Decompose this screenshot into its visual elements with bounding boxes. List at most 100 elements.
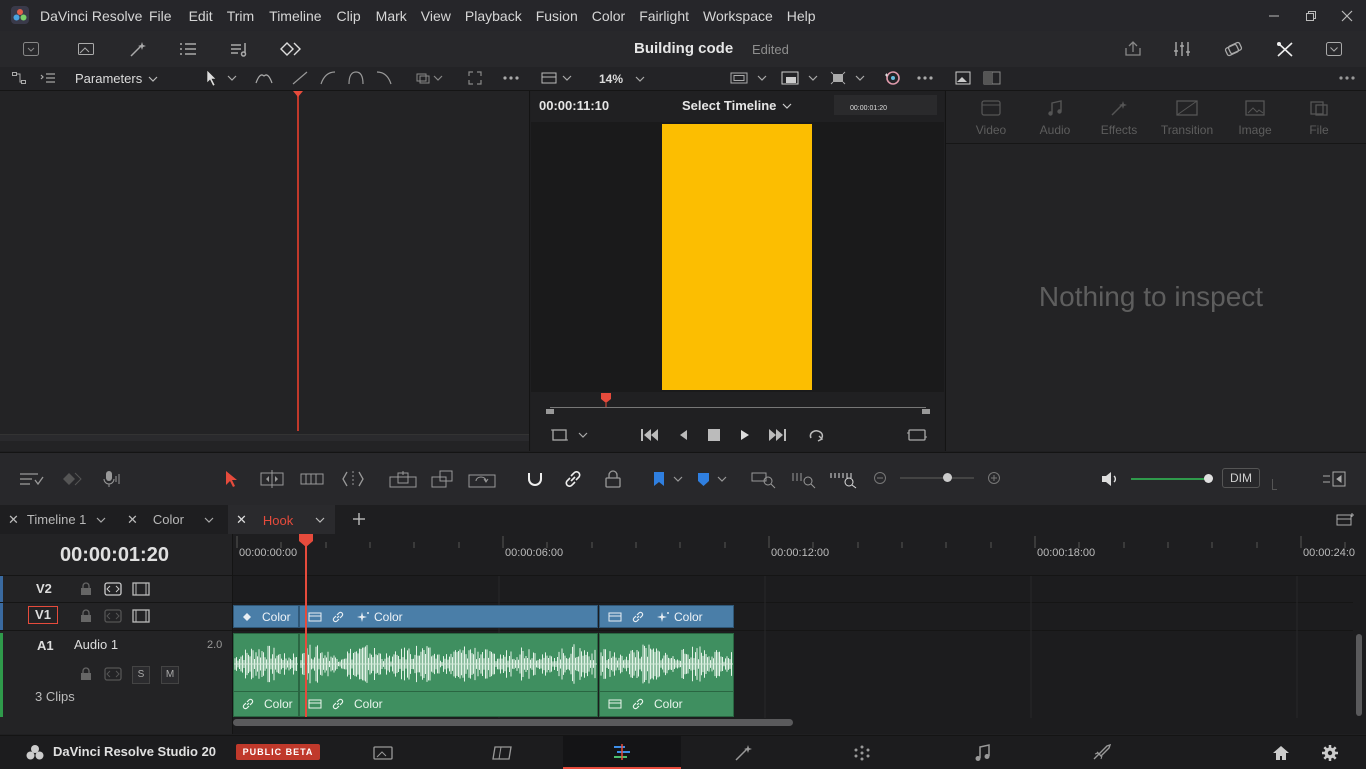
video-frame[interactable] [662, 124, 812, 390]
lock-icon[interactable] [80, 667, 92, 681]
zoom-custom-icon[interactable] [829, 469, 859, 489]
home-icon[interactable] [1271, 744, 1291, 762]
settings-gear-icon[interactable] [1321, 744, 1339, 762]
menu-fusion[interactable]: Fusion [536, 8, 578, 24]
inspector-tab-video[interactable]: Video [968, 99, 1014, 137]
timeline-timecode[interactable]: 00:00:01:20 [60, 544, 169, 567]
transform-tool-icon[interactable] [829, 70, 869, 86]
keyframe-curves-panel[interactable] [0, 91, 530, 451]
effects-library-icon[interactable] [1223, 40, 1243, 58]
loop-icon[interactable] [806, 426, 828, 444]
snapping-icon[interactable] [524, 469, 546, 489]
volume-slider-handle[interactable] [1204, 474, 1213, 483]
cut-page-icon[interactable] [491, 744, 515, 762]
timeline-tab[interactable]: ✕ Timeline 1 [0, 505, 116, 534]
viewer-quality-icon[interactable] [780, 70, 820, 86]
menu-edit[interactable]: Edit [189, 8, 213, 24]
viewer-timecode[interactable]: 00:00:11:10 [539, 98, 609, 113]
timeline-view-options-icon[interactable] [18, 470, 46, 488]
viewer-layout-icon[interactable] [540, 70, 574, 86]
play-icon[interactable] [738, 426, 752, 444]
stop-icon[interactable] [706, 427, 722, 443]
media-pool-toggle-icon[interactable] [22, 40, 40, 58]
menu-workspace[interactable]: Workspace [703, 8, 773, 24]
parameters-dropdown[interactable]: Parameters [75, 70, 158, 87]
video-clip[interactable]: Color [299, 605, 598, 628]
inspector-tab-file[interactable]: File [1298, 99, 1340, 137]
inspector-more-icon[interactable] [1337, 70, 1357, 86]
flag-icon[interactable] [650, 469, 684, 489]
inspector-tab-audio[interactable]: Audio [1032, 99, 1078, 137]
mixer-icon[interactable] [1172, 40, 1192, 58]
menu-trim[interactable]: Trim [227, 8, 254, 24]
menu-color[interactable]: Color [592, 8, 625, 24]
menu-playback[interactable]: Playback [465, 8, 522, 24]
more-options-icon[interactable] [501, 70, 521, 86]
ease-out-curve-icon[interactable] [375, 70, 393, 86]
crop-icon[interactable] [550, 427, 590, 443]
track-v2-label[interactable]: V2 [36, 581, 52, 596]
track-v1-header[interactable]: V1 [0, 603, 232, 631]
edit-page-tab[interactable] [563, 736, 681, 769]
split-view-icon[interactable] [982, 70, 1002, 86]
timeline-tab-active[interactable]: ✕ Hook [228, 505, 335, 535]
chevron-down-icon[interactable] [204, 517, 214, 523]
scrubber-out-marker[interactable] [922, 409, 930, 414]
safe-area-icon[interactable] [729, 70, 769, 86]
track-v2-header[interactable]: V2 [0, 576, 232, 603]
color-page-icon[interactable] [851, 744, 873, 762]
menu-mark[interactable]: Mark [376, 8, 407, 24]
auto-select-icon[interactable] [104, 582, 122, 596]
video-clip[interactable]: Color [233, 605, 299, 628]
color-wheel-icon[interactable] [882, 69, 902, 87]
blade-tool-icon[interactable] [339, 469, 367, 489]
viewer-scrubber[interactable] [546, 393, 930, 415]
viewer-more-icon[interactable] [915, 70, 935, 86]
auto-select-icon[interactable] [104, 667, 122, 681]
timeline-tab[interactable]: ✕ Color [119, 505, 225, 534]
expand-panel-icon[interactable] [1325, 40, 1343, 58]
close-window-icon[interactable] [1339, 8, 1355, 24]
menu-view[interactable]: View [421, 8, 451, 24]
disable-track-icon[interactable] [132, 609, 150, 623]
position-lock-icon[interactable] [602, 469, 624, 489]
voiceover-mic-icon[interactable] [100, 470, 122, 488]
menu-file[interactable]: File [149, 8, 172, 24]
timeline-playhead-handle[interactable] [299, 534, 313, 548]
audio-clip[interactable]: Color [233, 633, 299, 717]
curves-scrollbar[interactable] [0, 434, 529, 441]
dynamic-trim-icon[interactable] [299, 469, 325, 489]
linked-selection-icon[interactable] [562, 469, 584, 489]
auto-select-icon[interactable] [104, 609, 122, 623]
overwrite-clip-icon[interactable] [430, 469, 456, 489]
restore-icon[interactable] [1303, 8, 1319, 24]
keyframe-toggle-icon[interactable] [60, 470, 84, 488]
timeline-layout-icon[interactable] [1335, 511, 1355, 527]
scrubber-playhead[interactable] [601, 393, 612, 407]
scrubber-in-marker[interactable] [546, 409, 554, 414]
audio-clip[interactable]: Color [599, 633, 734, 717]
curves-playhead-marker[interactable] [293, 91, 303, 97]
zoom-options-icon[interactable] [414, 70, 444, 86]
go-to-start-icon[interactable] [639, 426, 661, 444]
close-tab-icon[interactable]: ✕ [236, 512, 247, 528]
menu-timeline[interactable]: Timeline [269, 8, 321, 24]
selection-tool-icon[interactable] [222, 469, 240, 489]
audio-clip[interactable]: Color [299, 633, 598, 717]
track-a1-label[interactable]: A1 [37, 638, 54, 653]
marker-icon[interactable] [694, 469, 728, 489]
pointer-icon[interactable] [205, 69, 219, 87]
curve-peak-icon[interactable] [254, 70, 274, 86]
menu-clip[interactable]: Clip [337, 8, 361, 24]
inspector-toggle-icon[interactable] [1275, 40, 1295, 58]
close-tab-icon[interactable]: ✕ [127, 512, 138, 528]
list-indent-icon[interactable] [39, 70, 57, 86]
sound-library-icon[interactable] [229, 40, 251, 58]
solo-button[interactable]: S [132, 666, 150, 684]
export-icon[interactable] [1123, 40, 1143, 58]
close-tab-icon[interactable]: ✕ [8, 512, 19, 528]
edit-index-icon[interactable] [178, 40, 198, 58]
fusion-page-icon[interactable] [733, 744, 755, 762]
track-a1-name[interactable]: Audio 1 [74, 637, 118, 652]
zoom-out-icon[interactable] [873, 471, 887, 485]
